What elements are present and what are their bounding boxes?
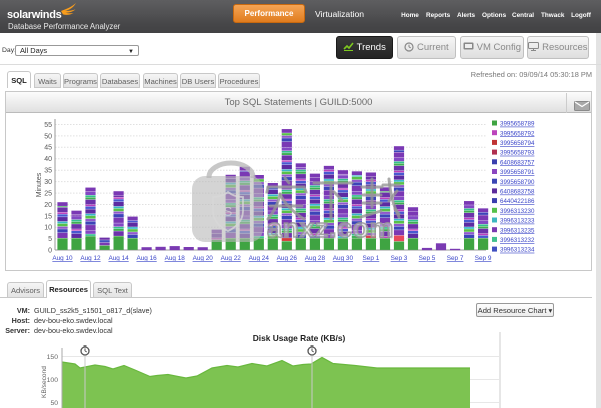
svg-text:3996313234: 3996313234 bbox=[500, 247, 535, 254]
svg-text:Aug 10: Aug 10 bbox=[52, 255, 73, 262]
svg-text:Sep 1: Sep 1 bbox=[363, 255, 380, 262]
svg-text:40: 40 bbox=[44, 156, 52, 163]
svg-text:Minutes: Minutes bbox=[36, 172, 43, 197]
svg-text:Sep 5: Sep 5 bbox=[419, 255, 436, 262]
svg-text:3995658792: 3995658792 bbox=[500, 130, 535, 137]
svg-text:3995658789: 3995658789 bbox=[500, 121, 535, 128]
svg-text:5: 5 bbox=[48, 236, 52, 243]
svg-text:100: 100 bbox=[47, 377, 59, 384]
svg-text:Disk Usage Rate (KB/s): Disk Usage Rate (KB/s) bbox=[253, 333, 346, 343]
svg-text:Aug 24: Aug 24 bbox=[249, 255, 270, 262]
svg-text:30: 30 bbox=[44, 179, 52, 186]
svg-text:KB/second: KB/second bbox=[41, 366, 48, 398]
svg-text:Aug 12: Aug 12 bbox=[80, 255, 101, 262]
svg-text:25: 25 bbox=[44, 191, 52, 198]
svg-text:50: 50 bbox=[50, 400, 58, 407]
svg-text:20: 20 bbox=[44, 202, 52, 209]
svg-text:0: 0 bbox=[48, 248, 52, 255]
svg-text:15: 15 bbox=[44, 213, 52, 220]
svg-text:Aug 28: Aug 28 bbox=[305, 255, 326, 262]
svg-text:Sep 7: Sep 7 bbox=[447, 255, 464, 262]
svg-text:anxz.com: anxz.com bbox=[267, 213, 394, 243]
svg-text:150: 150 bbox=[47, 354, 59, 361]
svg-text:35: 35 bbox=[44, 168, 52, 175]
svg-text:3995658794: 3995658794 bbox=[500, 140, 535, 147]
svg-text:Aug 14: Aug 14 bbox=[108, 255, 129, 262]
svg-text:3995658791: 3995658791 bbox=[500, 169, 535, 176]
svg-text:S: S bbox=[224, 204, 233, 219]
svg-text:3996313233: 3996313233 bbox=[500, 218, 535, 225]
svg-text:Aug 22: Aug 22 bbox=[221, 255, 242, 262]
svg-text:6440422186: 6440422186 bbox=[500, 198, 535, 205]
svg-text:55: 55 bbox=[44, 122, 52, 129]
svg-text:3995658793: 3995658793 bbox=[500, 150, 535, 157]
svg-text:Sep 9: Sep 9 bbox=[475, 255, 492, 262]
svg-text:3996313232: 3996313232 bbox=[500, 237, 535, 244]
svg-text:45: 45 bbox=[44, 145, 52, 152]
svg-text:10: 10 bbox=[44, 225, 52, 232]
svg-text:3996313230: 3996313230 bbox=[500, 208, 535, 215]
svg-text:Aug 16: Aug 16 bbox=[136, 255, 157, 262]
svg-text:50: 50 bbox=[44, 133, 52, 140]
svg-text:6408683757: 6408683757 bbox=[500, 159, 535, 166]
svg-text:3995658790: 3995658790 bbox=[500, 179, 535, 186]
svg-text:6408683758: 6408683758 bbox=[500, 189, 535, 196]
svg-text:Aug 30: Aug 30 bbox=[333, 255, 354, 262]
svg-text:3996313235: 3996313235 bbox=[500, 227, 535, 234]
svg-text:Sep 3: Sep 3 bbox=[391, 255, 408, 262]
svg-text:Aug 20: Aug 20 bbox=[193, 255, 214, 262]
svg-text:Aug 18: Aug 18 bbox=[165, 255, 186, 262]
svg-text:Aug 26: Aug 26 bbox=[277, 255, 298, 262]
